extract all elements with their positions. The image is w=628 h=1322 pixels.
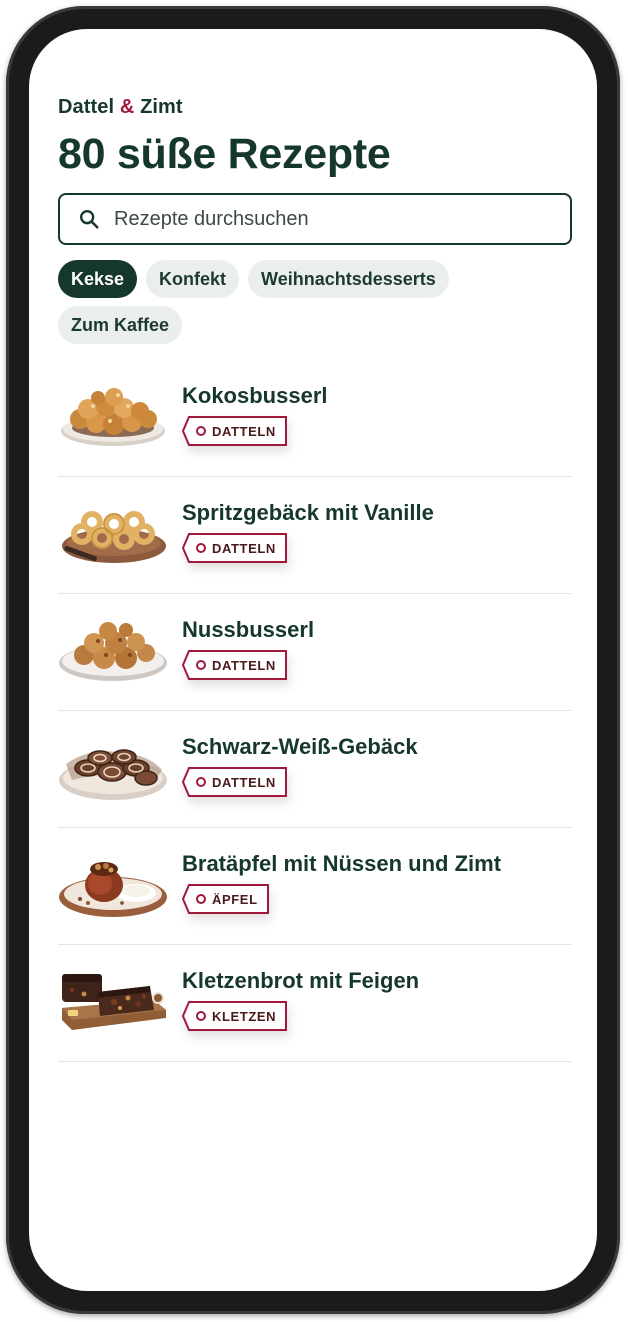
tag-hole-icon (196, 660, 206, 670)
content: Dattel & Zimt 80 süße Rezepte Kekse Konf… (58, 95, 572, 1062)
brand-logo[interactable]: Dattel & Zimt (58, 95, 572, 119)
tag-hole-icon (196, 1011, 206, 1021)
tag-hole-icon (196, 543, 206, 553)
tag-point-shape (182, 650, 196, 680)
recipe-item[interactable]: Kletzenbrot mit Feigen KLETZEN (58, 945, 572, 1062)
recipe-tag: ÄPFEL (182, 884, 269, 914)
search-input[interactable] (112, 206, 570, 232)
pinwheel-cookies-image (59, 749, 167, 800)
tag-hole-icon (196, 426, 206, 436)
tag-point-shape (182, 416, 196, 446)
brand-ampersand: & (119, 96, 135, 118)
recipe-tag: DATTELN (182, 767, 287, 797)
phone-frame: Dattel & Zimt 80 süße Rezepte Kekse Konf… (6, 6, 620, 1314)
tag-label: DATTELN (212, 540, 276, 556)
chip-weihnachtsdesserts[interactable]: Weihnachtsdesserts (248, 260, 449, 298)
nut-macaroons-image (59, 622, 167, 681)
recipe-item[interactable]: Kokosbusserl DATTELN (58, 360, 572, 477)
recipe-title[interactable]: Kokosbusserl (182, 383, 328, 409)
spritz-cookies-image (62, 511, 166, 563)
tag-label: DATTELN (212, 423, 276, 439)
chip-zum-kaffee[interactable]: Zum Kaffee (58, 306, 183, 344)
recipe-tag: DATTELN (182, 650, 287, 680)
tag-point-shape (182, 533, 196, 563)
recipe-item[interactable]: Spritzgebäck mit Vanille DATTELN (58, 477, 572, 594)
search-bar[interactable] (58, 193, 572, 245)
recipe-tag: KLETZEN (182, 1001, 288, 1031)
tag-body: DATTELN (196, 533, 287, 563)
recipe-item[interactable]: Schwarz-Weiß-Gebäck DATTELN (58, 711, 572, 828)
recipe-title[interactable]: Schwarz-Weiß-Gebäck (182, 734, 418, 760)
chip-konfekt[interactable]: Konfekt (146, 260, 240, 298)
tag-point-shape (182, 884, 196, 914)
page-title: 80 süße Rezepte (58, 130, 391, 178)
brand-part1: Dattel (58, 96, 115, 118)
tag-label: ÄPFEL (212, 891, 258, 907)
recipe-list: Kokosbusserl DATTELN Spritzgebäck mit Va… (58, 360, 572, 1062)
tag-hole-icon (196, 777, 206, 787)
recipe-tag: DATTELN (182, 416, 287, 446)
recipe-item[interactable]: Nussbusserl DATTELN (58, 594, 572, 711)
tag-body: DATTELN (196, 416, 287, 446)
brand-part2: Zimt (140, 96, 183, 118)
recipe-title[interactable]: Bratäpfel mit Nüssen und Zimt (182, 851, 501, 877)
recipe-title[interactable]: Kletzenbrot mit Feigen (182, 968, 419, 994)
recipe-title[interactable]: Spritzgebäck mit Vanille (182, 500, 434, 526)
search-icon (80, 210, 99, 229)
tag-label: DATTELN (212, 774, 276, 790)
tag-body: KLETZEN (196, 1001, 288, 1031)
screen: Dattel & Zimt 80 süße Rezepte Kekse Konf… (29, 29, 597, 1291)
tag-body: DATTELN (196, 650, 287, 680)
category-chips: Kekse Konfekt Weihnachtsdesserts Zum Kaf… (58, 260, 572, 344)
tag-hole-icon (196, 894, 206, 904)
recipe-tag: DATTELN (182, 533, 287, 563)
baked-apple-image (59, 862, 167, 917)
coconut-macaroons-image (61, 388, 165, 446)
tag-point-shape (182, 767, 196, 797)
recipe-title[interactable]: Nussbusserl (182, 617, 314, 643)
tag-body: ÄPFEL (196, 884, 269, 914)
recipe-item[interactable]: Bratäpfel mit Nüssen und Zimt ÄPFEL (58, 828, 572, 945)
tag-point-shape (182, 1001, 196, 1031)
fruit-bread-image (62, 974, 166, 1030)
chip-kekse[interactable]: Kekse (58, 260, 138, 298)
tag-body: DATTELN (196, 767, 287, 797)
tag-label: KLETZEN (212, 1008, 277, 1024)
tag-label: DATTELN (212, 657, 276, 673)
